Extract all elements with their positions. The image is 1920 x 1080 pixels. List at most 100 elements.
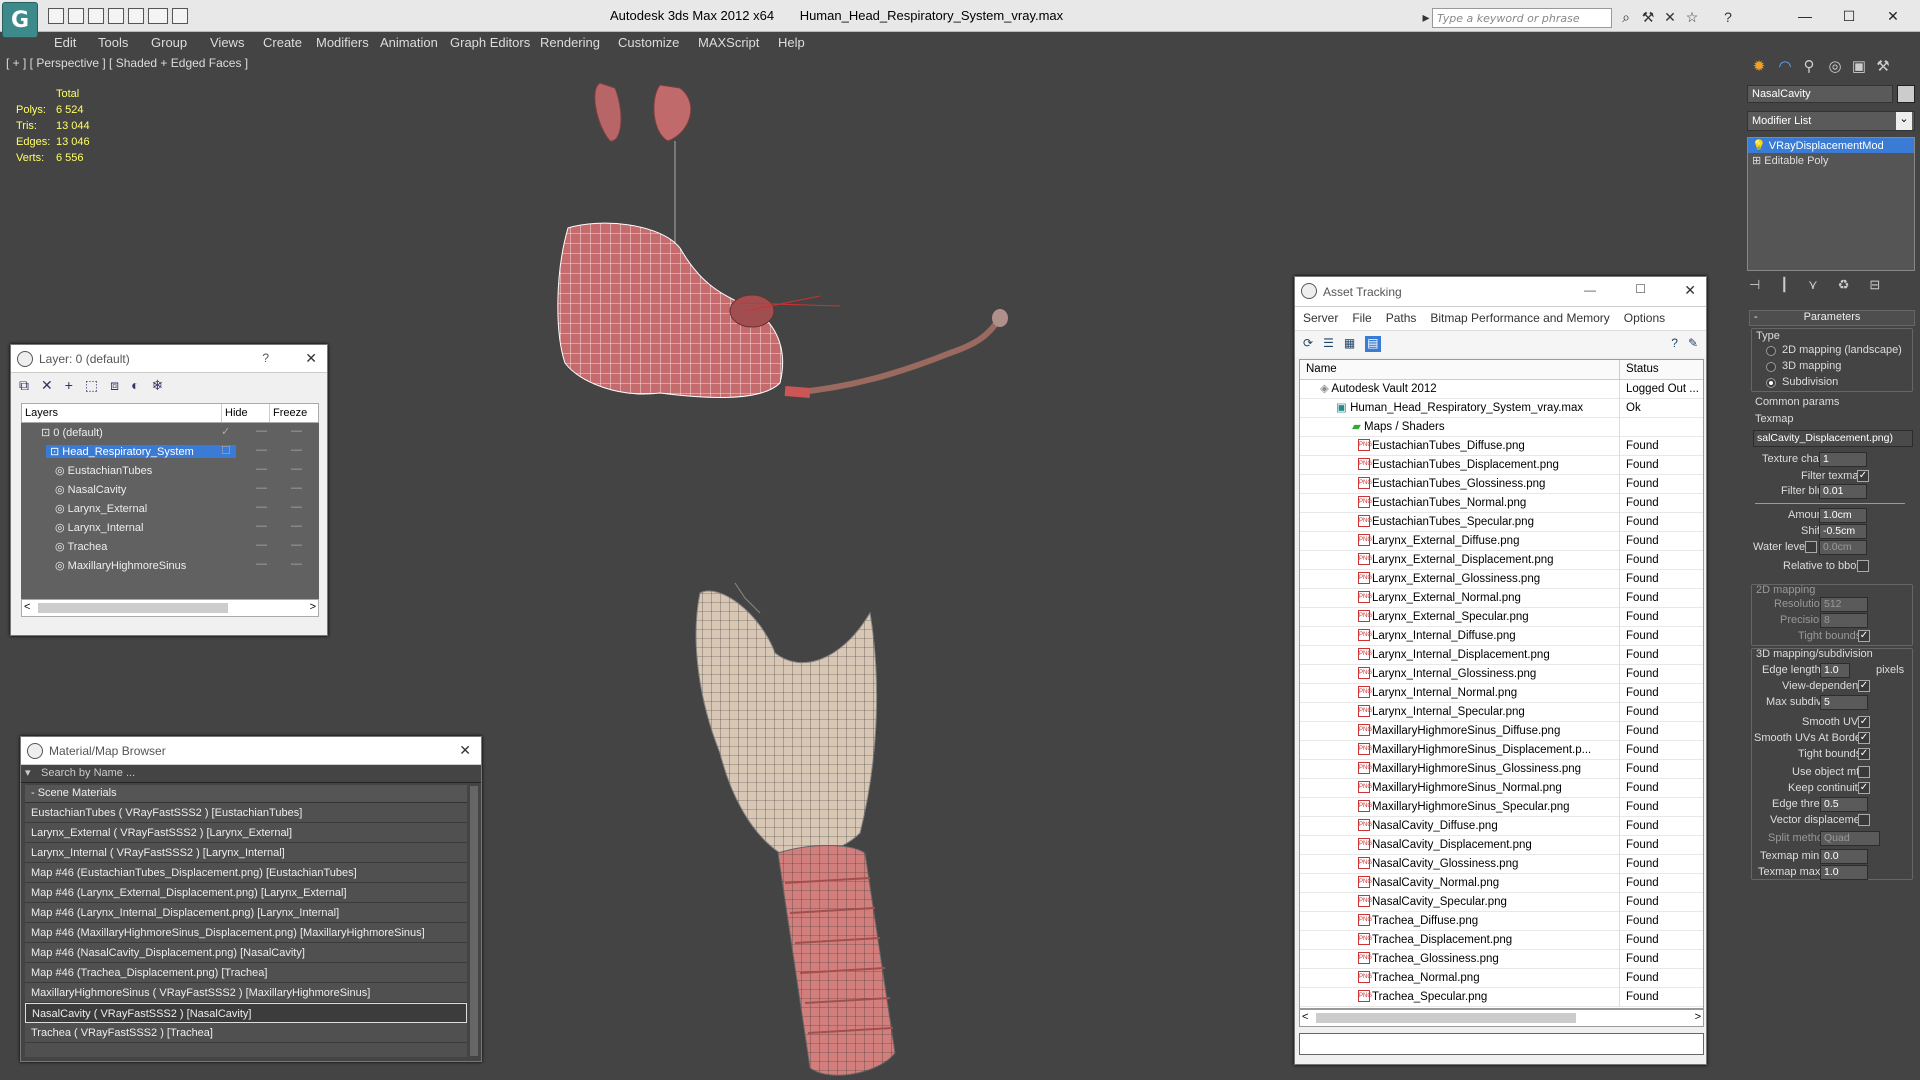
scroll-right-icon[interactable]: > [1695,1011,1701,1023]
layer-object-row[interactable]: ◎ NasalCavity — — [21,480,319,499]
asset-row[interactable]: PNGMaxillaryHighmoreSinus_Glossiness.png… [1300,759,1703,779]
vector-displacement-checkbox[interactable] [1858,814,1870,826]
resolution-spinner[interactable]: 512 [1820,597,1868,612]
asset-horizontal-scrollbar[interactable]: < > [1299,1009,1704,1027]
select-in-layer-icon[interactable]: ⬚ [85,377,98,395]
asset-row[interactable]: PNGLarynx_Internal_Diffuse.png Found [1300,626,1703,646]
checkmark-icon[interactable]: ✓ [221,425,230,438]
layer-row[interactable]: ⊡ Head_Respiratory_System ☐ — — [21,442,319,461]
menu-create[interactable]: Create [263,35,302,50]
asset-row[interactable]: PNGMaxillaryHighmoreSinus_Specular.png Fo… [1300,797,1703,817]
asset-row[interactable]: PNGLarynx_External_Specular.png Found [1300,607,1703,627]
asset-row[interactable]: PNGLarynx_Internal_Displacement.png Found [1300,645,1703,665]
layer-panel-titlebar[interactable]: Layer: 0 (default) ? ✕ [11,345,327,373]
larynx-mesh[interactable] [695,582,878,858]
menu-edit[interactable]: Edit [54,35,76,50]
col-name[interactable]: Name [1300,360,1620,379]
asset-row[interactable]: PNGMaxillaryHighmoreSinus_Diffuse.png Fou… [1300,721,1703,741]
hide-all-icon[interactable]: ◐ [131,377,139,395]
close-icon[interactable]: ✕ [1684,282,1696,299]
maximize-icon[interactable]: ☐ [1635,282,1646,296]
filter-blur-spinner[interactable]: 0.01 [1819,484,1867,499]
menu-group[interactable]: Group [151,35,187,50]
close-icon[interactable]: ✕ [459,742,471,759]
menu-rendering[interactable]: Rendering [540,35,600,50]
project-folder-icon[interactable] [148,8,168,24]
redo-icon[interactable] [128,8,144,24]
asset-tracking-titlebar[interactable]: Asset Tracking — ☐ ✕ [1295,277,1706,307]
asset-row[interactable]: PNGNasalCavity_Specular.png Found [1300,892,1703,912]
close-icon[interactable]: ✕ [305,350,317,367]
split-method-dropdown[interactable]: Quad [1820,831,1880,846]
scene-materials-group[interactable]: - Scene Materials [25,785,467,803]
smooth-uvs-borders-checkbox[interactable]: ✓ [1858,732,1870,744]
maximize-icon[interactable]: ☐ [1834,6,1864,26]
save-file-icon[interactable] [88,8,104,24]
pin-stack-icon[interactable]: ⊣ [1749,277,1760,295]
menu-modifiers[interactable]: Modifiers [316,35,369,50]
configure-sets-icon[interactable]: ⊟ [1869,277,1880,295]
col-layers[interactable]: Layers [22,404,222,422]
menu-maxscript[interactable]: MAXScript [698,35,759,50]
view-dependent-checkbox[interactable]: ✓ [1858,680,1870,692]
object-name-field[interactable]: NasalCavity [1747,85,1893,103]
utilities-tab-icon[interactable]: ⚒ [1873,57,1893,77]
asset-row[interactable]: PNGTrachea_Displacement.png Found [1300,930,1703,950]
asset-row[interactable]: PNGTrachea_Specular.png Found [1300,987,1703,1007]
freeze-all-icon[interactable]: ❄ [152,377,164,395]
show-end-result-icon[interactable]: ┃ [1780,277,1788,295]
asset-row[interactable]: PNGLarynx_Internal_Normal.png Found [1300,683,1703,703]
material-item[interactable]: Map #46 (EustachianTubes_Displacement.pn… [25,863,467,883]
asset-row[interactable]: PNGLarynx_Internal_Glossiness.png Found [1300,664,1703,684]
material-item[interactable]: Trachea ( VRayFastSSS2 ) [Trachea] [25,1023,467,1043]
display-tab-icon[interactable]: ▣ [1849,57,1869,77]
material-item[interactable]: EustachianTubes ( VRayFastSSS2 ) [Eustac… [25,803,467,823]
asset-row[interactable]: PNGLarynx_External_Diffuse.png Found [1300,531,1703,551]
asset-row[interactable]: PNGEustachianTubes_Diffuse.png Found [1300,436,1703,456]
radio-3d-mapping[interactable] [1766,362,1776,372]
undo-icon[interactable] [108,8,124,24]
radio-subdivision[interactable] [1766,378,1776,388]
table-view-icon[interactable]: ▤ [1365,336,1381,352]
water-level-checkbox[interactable] [1805,541,1817,553]
menu-file[interactable]: File [1352,311,1371,326]
asset-row[interactable]: PNGMaxillaryHighmoreSinus_Displacement.p… [1300,740,1703,760]
max-subdivs-spinner[interactable]: 5 [1820,695,1868,710]
binoculars-icon[interactable]: ⌕ [1618,9,1634,25]
asset-row[interactable]: PNGNasalCavity_Normal.png Found [1300,873,1703,893]
radio-2d-mapping[interactable] [1766,346,1776,356]
scroll-right-icon[interactable]: > [310,601,316,613]
help-icon[interactable]: ? [1671,336,1678,352]
shift-spinner[interactable]: -0.5cm [1819,524,1867,539]
menu-help[interactable]: Help [778,35,805,50]
texmap-button[interactable]: salCavity_Displacement.png) [1753,430,1913,447]
menu-paths[interactable]: Paths [1386,311,1417,326]
modify-tab-icon[interactable]: ◠ [1775,57,1795,77]
tight-bounds-checkbox[interactable]: ✓ [1858,748,1870,760]
asset-row[interactable]: PNGLarynx_External_Normal.png Found [1300,588,1703,608]
scroll-thumb[interactable] [1316,1013,1576,1023]
scroll-left-icon[interactable]: < [1302,1011,1308,1023]
texmap-max-spinner[interactable]: 1.0 [1820,865,1868,880]
asset-row[interactable]: PNGLarynx_External_Displacement.png Found [1300,550,1703,570]
keyword-search-input[interactable]: Type a keyword or phrase [1432,8,1612,28]
subscription-icon[interactable]: ⚒ [1640,9,1656,25]
scroll-left-icon[interactable]: < [24,601,30,613]
layer-object-row[interactable]: ◎ Trachea — — [21,537,319,556]
search-options-chevron-icon[interactable]: ▾ [25,766,31,779]
create-tab-icon[interactable]: ✹ [1749,57,1769,77]
current-layer-box-icon[interactable]: ☐ [221,444,231,457]
asset-row[interactable]: PNGEustachianTubes_Specular.png Found [1300,512,1703,532]
menu-views[interactable]: Views [210,35,244,50]
material-item-selected[interactable]: NasalCavity ( VRayFastSSS2 ) [NasalCavit… [25,1003,467,1023]
app-logo-icon[interactable]: G [2,2,38,38]
col-hide[interactable]: Hide [222,404,270,422]
menu-animation[interactable]: Animation [380,35,438,50]
material-browser-titlebar[interactable]: Material/Map Browser ✕ [21,737,481,765]
asset-row[interactable]: ▣ Human_Head_Respiratory_System_vray.max… [1300,398,1703,418]
smooth-uvs-checkbox[interactable]: ✓ [1858,716,1870,728]
amount-spinner[interactable]: 1.0cm [1819,508,1867,523]
chevron-down-icon[interactable]: ⌄ [1896,112,1912,130]
make-unique-icon[interactable]: ⋎ [1808,277,1818,295]
asset-row[interactable]: PNGEustachianTubes_Glossiness.png Found [1300,474,1703,494]
